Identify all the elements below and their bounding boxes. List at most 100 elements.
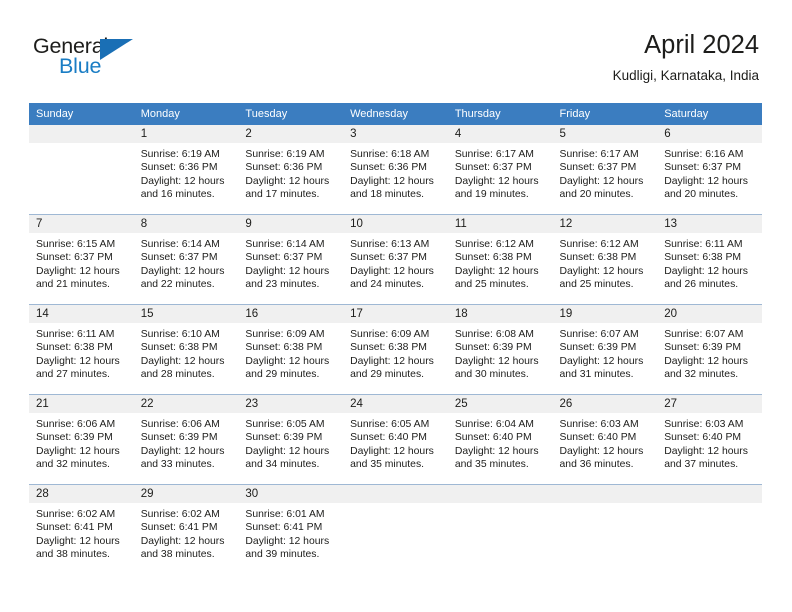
calendar-day-cell[interactable]: 23 Sunrise: 6:05 AM Sunset: 6:39 PM Dayligh… bbox=[238, 394, 344, 485]
calendar-day-cell-empty bbox=[447, 484, 553, 574]
day-number: 24 bbox=[343, 395, 448, 413]
day-cell-inner: 1 Sunrise: 6:19 AM Sunset: 6:36 PM Daylight… bbox=[133, 125, 239, 214]
day-detail: Sunrise: 6:05 AM Sunset: 6:40 PM Daylight:… bbox=[343, 413, 448, 472]
day-number: 12 bbox=[552, 215, 658, 233]
day-number: 13 bbox=[657, 215, 762, 233]
day-cell-inner: 30 Sunrise: 6:01 AM Sunset: 6:41 PM Dayligh… bbox=[238, 485, 344, 574]
day-number: 26 bbox=[552, 395, 658, 413]
weekday-header-monday: Monday bbox=[133, 103, 239, 125]
calendar-day-cell[interactable]: 16 Sunrise: 6:09 AM Sunset: 6:38 PM Dayligh… bbox=[238, 304, 344, 395]
day-detail-daylight-line2: and 16 minutes. bbox=[140, 189, 215, 201]
calendar-day-cell[interactable]: 3 Sunrise: 6:18 AM Sunset: 6:36 PM Daylight… bbox=[343, 125, 448, 215]
calendar-day-cell[interactable]: 14 Sunrise: 6:11 AM Sunset: 6:38 PM Dayligh… bbox=[29, 304, 134, 395]
calendar-day-cell[interactable]: 30 Sunrise: 6:01 AM Sunset: 6:41 PM Dayligh… bbox=[238, 484, 344, 574]
day-detail-daylight-line2: and 20 minutes. bbox=[664, 189, 739, 201]
day-detail-sunset: Sunset: 6:39 PM bbox=[36, 432, 113, 444]
day-detail-daylight-line2: and 39 minutes. bbox=[245, 549, 320, 561]
day-cell-inner: 9 Sunrise: 6:14 AM Sunset: 6:37 PM Daylight… bbox=[238, 215, 344, 305]
day-cell-inner: 27 Sunrise: 6:03 AM Sunset: 6:40 PM Dayligh… bbox=[657, 395, 762, 485]
calendar-week-row: 28 Sunrise: 6:02 AM Sunset: 6:41 PM Dayligh… bbox=[29, 484, 762, 574]
calendar-day-cell[interactable]: 5 Sunrise: 6:17 AM Sunset: 6:37 PM Daylight… bbox=[552, 125, 658, 215]
day-detail-sunset: Sunset: 6:41 PM bbox=[140, 522, 218, 534]
day-detail-daylight-line1: Daylight: 12 hours bbox=[664, 175, 748, 187]
calendar-day-cell[interactable]: 19 Sunrise: 6:07 AM Sunset: 6:39 PM Dayligh… bbox=[552, 304, 658, 395]
day-detail-sunset: Sunset: 6:39 PM bbox=[664, 342, 742, 354]
day-detail-daylight-line2: and 19 minutes. bbox=[454, 189, 529, 201]
calendar-day-cell[interactable]: 1 Sunrise: 6:19 AM Sunset: 6:36 PM Daylight… bbox=[133, 125, 239, 215]
day-detail-sunrise: Sunrise: 6:10 AM bbox=[140, 329, 220, 340]
calendar-day-cell[interactable]: 12 Sunrise: 6:12 AM Sunset: 6:38 PM Dayligh… bbox=[552, 214, 658, 305]
day-number: 30 bbox=[238, 485, 344, 503]
calendar-day-cell[interactable]: 18 Sunrise: 6:08 AM Sunset: 6:39 PM Dayligh… bbox=[447, 304, 553, 395]
day-detail-sunset: Sunset: 6:38 PM bbox=[559, 252, 637, 264]
day-number: 22 bbox=[133, 395, 239, 413]
calendar-day-cell[interactable]: 24 Sunrise: 6:05 AM Sunset: 6:40 PM Dayligh… bbox=[343, 394, 448, 485]
day-detail-daylight-line1: Daylight: 12 hours bbox=[350, 355, 434, 367]
day-detail-daylight-line2: and 33 minutes. bbox=[140, 459, 215, 471]
calendar-day-cell[interactable]: 20 Sunrise: 6:07 AM Sunset: 6:39 PM Dayligh… bbox=[657, 304, 762, 395]
calendar-day-cell[interactable]: 13 Sunrise: 6:11 AM Sunset: 6:38 PM Dayligh… bbox=[657, 214, 762, 305]
day-cell-inner: 2 Sunrise: 6:19 AM Sunset: 6:36 PM Daylight… bbox=[238, 125, 344, 214]
day-detail-daylight-line1: Daylight: 12 hours bbox=[559, 175, 644, 187]
day-detail-sunrise: Sunrise: 6:08 AM bbox=[454, 329, 534, 340]
calendar-day-cell[interactable]: 28 Sunrise: 6:02 AM Sunset: 6:41 PM Dayligh… bbox=[29, 484, 134, 574]
day-cell-inner: 11 Sunrise: 6:12 AM Sunset: 6:38 PM Dayligh… bbox=[447, 215, 553, 305]
day-detail-sunset: Sunset: 6:36 PM bbox=[245, 162, 323, 174]
calendar-day-cell[interactable]: 15 Sunrise: 6:10 AM Sunset: 6:38 PM Dayligh… bbox=[133, 304, 239, 395]
day-detail-daylight-line2: and 25 minutes. bbox=[559, 279, 634, 291]
day-cell-inner: 15 Sunrise: 6:10 AM Sunset: 6:38 PM Dayligh… bbox=[133, 305, 239, 395]
day-detail-daylight-line1: Daylight: 12 hours bbox=[36, 355, 120, 367]
day-number: 27 bbox=[657, 395, 762, 413]
day-detail-sunrise: Sunrise: 6:03 AM bbox=[559, 419, 639, 430]
day-number bbox=[552, 485, 658, 503]
day-detail: Sunrise: 6:05 AM Sunset: 6:39 PM Daylight:… bbox=[238, 413, 343, 472]
calendar-day-cell-empty bbox=[343, 484, 448, 574]
calendar-day-cell[interactable]: 25 Sunrise: 6:04 AM Sunset: 6:40 PM Dayligh… bbox=[447, 394, 553, 485]
calendar-day-cell[interactable]: 9 Sunrise: 6:14 AM Sunset: 6:37 PM Daylight… bbox=[238, 214, 344, 305]
day-detail: Sunrise: 6:11 AM Sunset: 6:38 PM Daylight:… bbox=[29, 323, 134, 382]
day-detail-daylight-line2: and 35 minutes. bbox=[350, 459, 425, 471]
day-detail-daylight-line1: Daylight: 12 hours bbox=[140, 355, 225, 367]
day-detail bbox=[448, 503, 553, 508]
day-detail: Sunrise: 6:15 AM Sunset: 6:37 PM Daylight:… bbox=[29, 233, 134, 292]
calendar-day-cell[interactable]: 8 Sunrise: 6:14 AM Sunset: 6:37 PM Daylight… bbox=[133, 214, 239, 305]
calendar-day-cell[interactable]: 10 Sunrise: 6:13 AM Sunset: 6:37 PM Dayligh… bbox=[343, 214, 448, 305]
day-detail-daylight-line1: Daylight: 12 hours bbox=[559, 355, 644, 367]
day-cell-inner: 26 Sunrise: 6:03 AM Sunset: 6:40 PM Dayligh… bbox=[552, 395, 658, 485]
calendar-day-cell[interactable]: 6 Sunrise: 6:16 AM Sunset: 6:37 PM Daylight… bbox=[657, 125, 762, 215]
day-detail-sunrise: Sunrise: 6:19 AM bbox=[140, 149, 220, 160]
day-detail-sunset: Sunset: 6:38 PM bbox=[36, 342, 113, 354]
day-detail-sunrise: Sunrise: 6:05 AM bbox=[245, 419, 325, 430]
calendar-day-cell[interactable]: 21 Sunrise: 6:06 AM Sunset: 6:39 PM Dayligh… bbox=[29, 394, 134, 485]
day-number: 1 bbox=[133, 125, 239, 143]
day-cell-inner bbox=[343, 485, 448, 574]
calendar-day-cell[interactable]: 27 Sunrise: 6:03 AM Sunset: 6:40 PM Dayligh… bbox=[657, 394, 762, 485]
calendar-day-cell[interactable]: 7 Sunrise: 6:15 AM Sunset: 6:37 PM Daylight… bbox=[29, 214, 134, 305]
day-number: 28 bbox=[29, 485, 134, 503]
calendar-day-cell-empty bbox=[657, 484, 762, 574]
calendar-day-cell[interactable]: 17 Sunrise: 6:09 AM Sunset: 6:38 PM Dayligh… bbox=[343, 304, 448, 395]
day-detail-sunrise: Sunrise: 6:14 AM bbox=[140, 239, 220, 250]
day-detail: Sunrise: 6:10 AM Sunset: 6:38 PM Daylight:… bbox=[134, 323, 239, 382]
day-detail-daylight-line1: Daylight: 12 hours bbox=[664, 355, 748, 367]
calendar-day-cell[interactable]: 11 Sunrise: 6:12 AM Sunset: 6:38 PM Dayligh… bbox=[447, 214, 553, 305]
day-detail-sunrise: Sunrise: 6:17 AM bbox=[559, 149, 639, 160]
day-detail-daylight-line1: Daylight: 12 hours bbox=[245, 265, 330, 277]
day-cell-inner bbox=[552, 485, 658, 574]
day-number: 17 bbox=[343, 305, 448, 323]
calendar-day-cell[interactable]: 22 Sunrise: 6:06 AM Sunset: 6:39 PM Dayligh… bbox=[133, 394, 239, 485]
calendar-day-cell[interactable]: 4 Sunrise: 6:17 AM Sunset: 6:37 PM Daylight… bbox=[447, 125, 553, 215]
calendar-day-cell[interactable]: 26 Sunrise: 6:03 AM Sunset: 6:40 PM Dayligh… bbox=[552, 394, 658, 485]
day-detail-daylight-line1: Daylight: 12 hours bbox=[140, 265, 225, 277]
day-detail-sunrise: Sunrise: 6:06 AM bbox=[140, 419, 220, 430]
day-cell-inner: 3 Sunrise: 6:18 AM Sunset: 6:36 PM Daylight… bbox=[343, 125, 448, 214]
day-cell-inner: 4 Sunrise: 6:17 AM Sunset: 6:37 PM Daylight… bbox=[447, 125, 553, 214]
calendar-day-cell[interactable]: 2 Sunrise: 6:19 AM Sunset: 6:36 PM Daylight… bbox=[238, 125, 344, 215]
day-detail-daylight-line2: and 30 minutes. bbox=[454, 369, 529, 381]
general-blue-logo[interactable]: General Blue bbox=[33, 35, 153, 84]
day-detail-daylight-line1: Daylight: 12 hours bbox=[36, 265, 120, 277]
day-detail: Sunrise: 6:14 AM Sunset: 6:37 PM Daylight:… bbox=[134, 233, 239, 292]
calendar-day-cell[interactable]: 29 Sunrise: 6:02 AM Sunset: 6:41 PM Dayligh… bbox=[133, 484, 239, 574]
day-detail-sunset: Sunset: 6:40 PM bbox=[559, 432, 637, 444]
day-detail-daylight-line2: and 32 minutes. bbox=[664, 369, 739, 381]
